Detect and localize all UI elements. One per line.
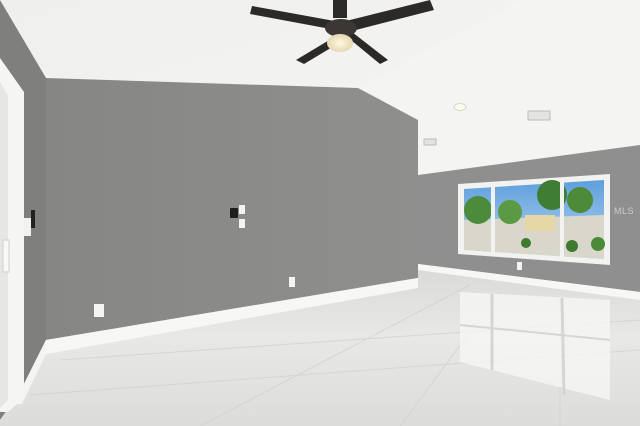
watermark-text: MLS: [613, 206, 634, 216]
air-vent: [527, 110, 551, 121]
room-photo: MLS: [0, 0, 640, 426]
electrical-outlet: [94, 304, 104, 317]
recessed-light: [453, 103, 467, 111]
wall-sensor: [31, 210, 35, 228]
electrical-outlet-3: [517, 262, 522, 270]
light-switch: [239, 205, 245, 214]
light-switch-2: [239, 219, 245, 228]
door-hinge: [2, 239, 10, 273]
thermostat: [230, 208, 238, 218]
window: [458, 174, 610, 265]
left-switch: [24, 218, 31, 236]
room-illustration: [0, 0, 640, 426]
electrical-outlet-2: [289, 277, 295, 287]
air-vent-2: [423, 138, 437, 146]
